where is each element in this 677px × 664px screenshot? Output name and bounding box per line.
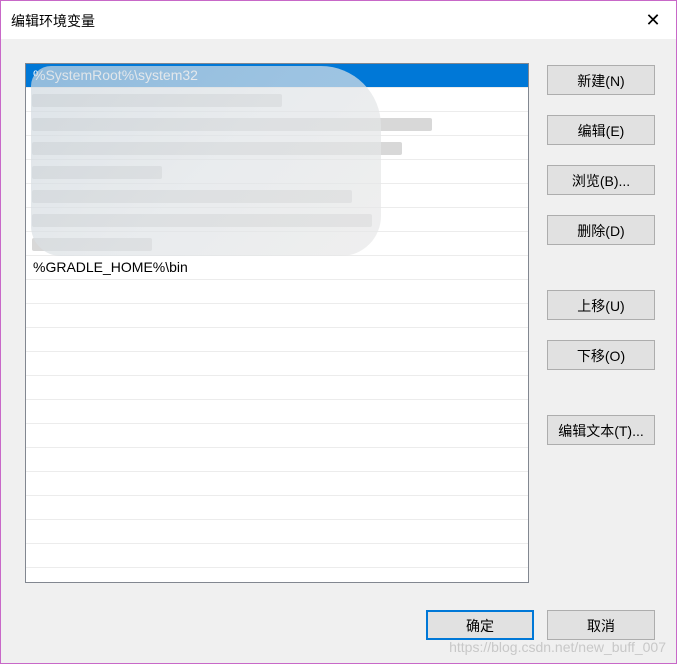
close-button[interactable]: ✕: [630, 1, 676, 39]
redacted-text: [32, 238, 152, 251]
move-up-button[interactable]: 上移(U): [547, 290, 655, 320]
redacted-text: [32, 214, 372, 227]
redacted-text: [32, 142, 402, 155]
edit-env-variable-dialog: 编辑环境变量 ✕ %SystemRoot%\system32 %GRADLE_HO…: [0, 0, 677, 664]
redacted-text: [32, 166, 162, 179]
list-item[interactable]: [26, 136, 528, 160]
list-item[interactable]: [26, 448, 528, 472]
close-icon: ✕: [645, 9, 661, 30]
list-item[interactable]: [26, 208, 528, 232]
list-item[interactable]: [26, 184, 528, 208]
redacted-text: [32, 118, 432, 131]
list-item[interactable]: [26, 376, 528, 400]
cancel-button[interactable]: 取消: [547, 610, 655, 640]
edit-button[interactable]: 编辑(E): [547, 115, 655, 145]
list-item[interactable]: [26, 496, 528, 520]
list-item[interactable]: [26, 304, 528, 328]
list-item[interactable]: [26, 544, 528, 568]
list-item[interactable]: [26, 568, 528, 582]
list-item[interactable]: [26, 328, 528, 352]
dialog-title: 编辑环境变量: [11, 13, 95, 29]
watermark-text: https://blog.csdn.net/new_buff_007: [449, 639, 666, 655]
list-item[interactable]: [26, 472, 528, 496]
new-button[interactable]: 新建(N): [547, 65, 655, 95]
redacted-text: [32, 94, 282, 107]
browse-button[interactable]: 浏览(B)...: [547, 165, 655, 195]
list-item[interactable]: [26, 280, 528, 304]
list-item[interactable]: [26, 520, 528, 544]
title-bar: 编辑环境变量 ✕: [1, 1, 676, 39]
list-item[interactable]: [26, 352, 528, 376]
redacted-text: [32, 190, 352, 203]
list-item[interactable]: [26, 160, 528, 184]
list-item[interactable]: [26, 400, 528, 424]
move-down-button[interactable]: 下移(O): [547, 340, 655, 370]
list-item[interactable]: %SystemRoot%\system32: [26, 64, 528, 88]
list-item[interactable]: [26, 424, 528, 448]
list-item[interactable]: [26, 112, 528, 136]
edit-text-button[interactable]: 编辑文本(T)...: [547, 415, 655, 445]
list-item[interactable]: %GRADLE_HOME%\bin: [26, 256, 528, 280]
list-item[interactable]: [26, 232, 528, 256]
ok-button[interactable]: 确定: [426, 610, 534, 640]
path-list[interactable]: %SystemRoot%\system32 %GRADLE_HOME%\bin: [25, 63, 529, 583]
delete-button[interactable]: 删除(D): [547, 215, 655, 245]
list-item[interactable]: [26, 88, 528, 112]
